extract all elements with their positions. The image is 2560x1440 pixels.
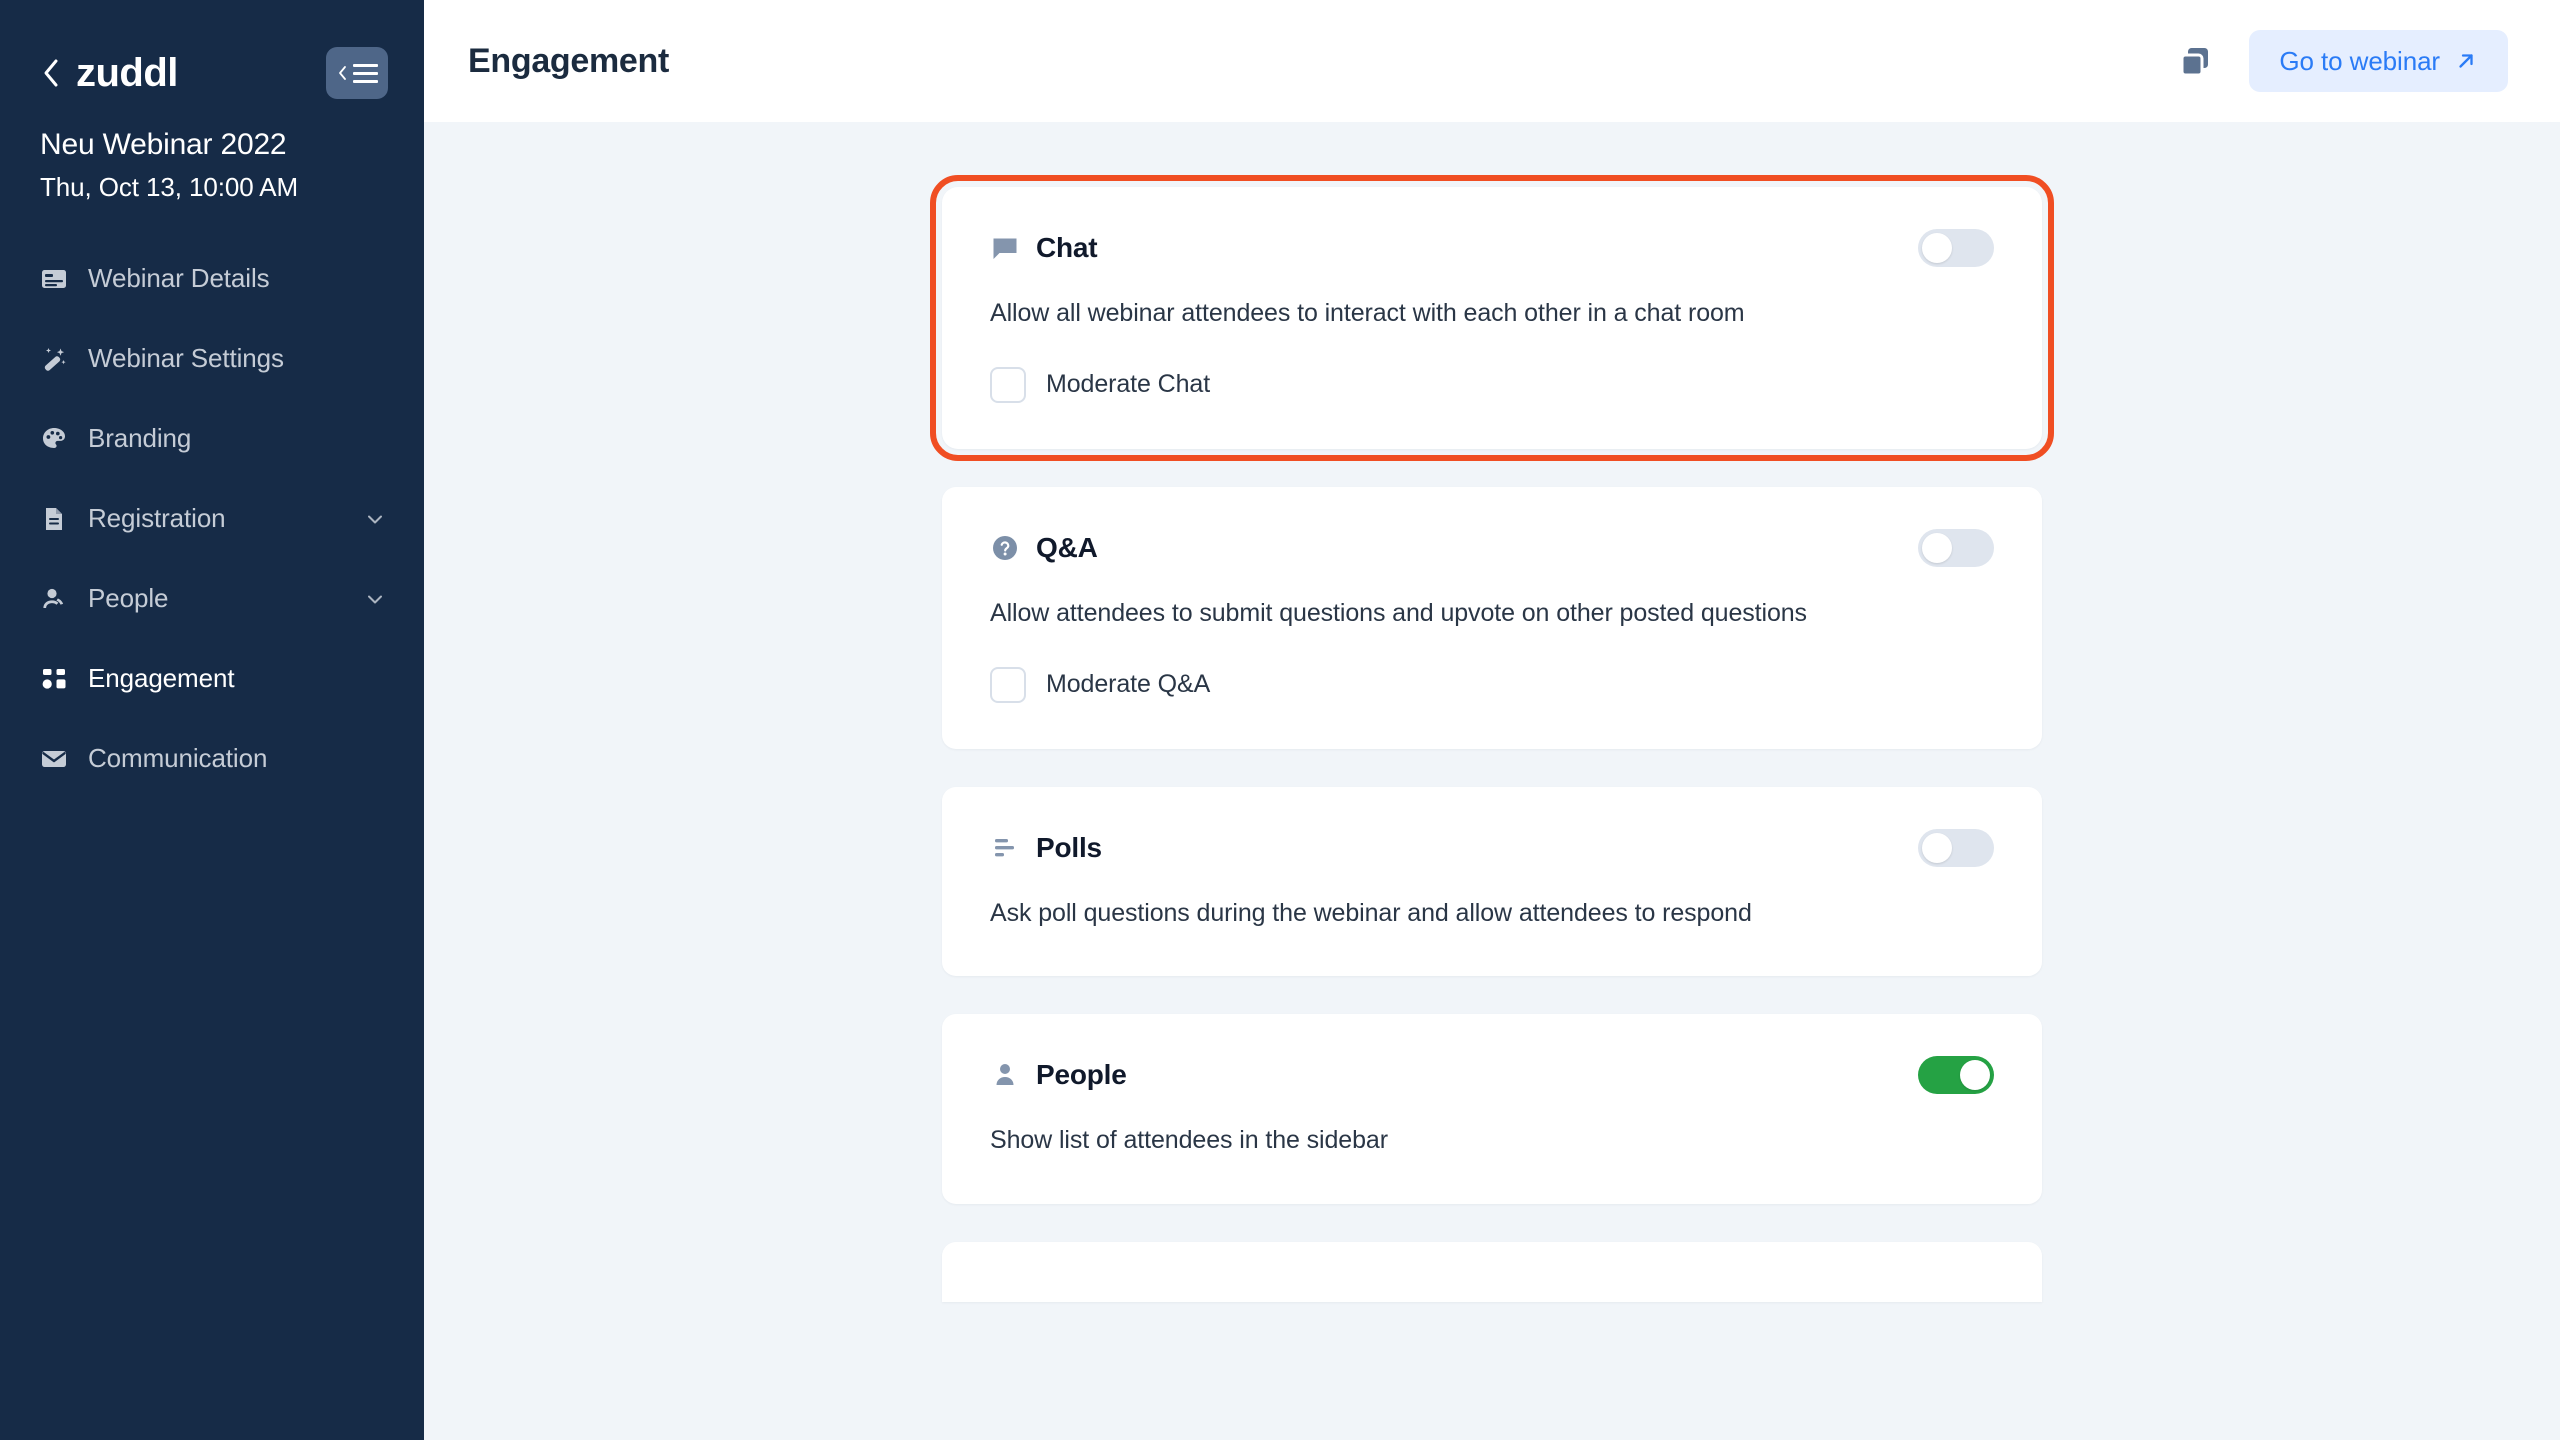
card-title: Polls — [1036, 831, 1102, 863]
content-scroll-area[interactable]: Chat Allow all webinar attendees to inte… — [424, 122, 2560, 1440]
sidebar-item-label: Communication — [88, 743, 268, 773]
grid-squares-icon — [40, 665, 68, 693]
toggle-knob — [1960, 1060, 1990, 1091]
moderate-qa-label: Moderate Q&A — [1046, 670, 1211, 698]
person-icon — [40, 585, 68, 613]
go-to-webinar-button[interactable]: Go to webinar — [2249, 30, 2508, 92]
chat-toggle[interactable] — [1918, 229, 1994, 267]
sidebar-item-branding[interactable]: Branding — [0, 399, 424, 479]
card-description: Allow all webinar attendees to interact … — [990, 299, 1745, 327]
chevron-left-small-icon — [337, 65, 348, 81]
top-bar: Engagement Go to webinar — [424, 0, 2560, 122]
engagement-card-polls: Polls Ask poll questions during the webi… — [942, 786, 2042, 977]
toggle-knob — [1922, 532, 1952, 563]
person-icon — [990, 1060, 1020, 1090]
card-title: Q&A — [1036, 531, 1098, 563]
webinar-meta: Neu Webinar 2022 Thu, Oct 13, 10:00 AM — [0, 104, 424, 203]
chevron-down-icon[interactable] — [364, 508, 386, 530]
document-icon — [40, 505, 68, 533]
card-header: People — [990, 1056, 1994, 1095]
chat-bubble-icon — [990, 233, 1020, 263]
app-root: zuddl Neu Webinar 2022 Thu, Oct 13, 10:0… — [0, 0, 2560, 1440]
moderate-qa-row: Moderate Q&A — [990, 666, 1994, 703]
engagement-card-people: People Show list of attendees in the sid… — [942, 1014, 2042, 1204]
go-to-webinar-label: Go to webinar — [2279, 45, 2440, 76]
sidebar-item-label: Webinar Settings — [88, 343, 284, 373]
sidebar-item-label: Engagement — [88, 663, 235, 693]
card-description: Allow attendees to submit questions and … — [990, 598, 1807, 627]
collapse-sidebar-button[interactable] — [326, 47, 388, 99]
engagement-card-next-partial — [942, 1242, 2042, 1302]
engagement-card-qa: Q&A Allow attendees to submit questions … — [942, 486, 2042, 749]
poll-bars-icon — [990, 833, 1020, 863]
page-title: Engagement — [468, 41, 670, 80]
engagement-cards-list: Chat Allow all webinar attendees to inte… — [930, 175, 2054, 1302]
sidebar-item-label: Registration — [88, 503, 226, 533]
hamburger-icon — [352, 63, 378, 83]
polls-toggle[interactable] — [1918, 828, 1994, 867]
moderate-qa-checkbox[interactable] — [990, 666, 1026, 703]
sidebar-item-label: People — [88, 583, 169, 613]
chevron-down-icon[interactable] — [364, 588, 386, 610]
card-details-icon — [40, 265, 68, 293]
brand-home-link[interactable]: zuddl — [40, 53, 326, 93]
magic-wand-icon — [40, 345, 68, 373]
card-title: People — [1036, 1059, 1127, 1091]
sidebar-item-communication[interactable]: Communication — [0, 719, 424, 799]
sidebar-item-people[interactable]: People — [0, 559, 424, 639]
moderate-chat-checkbox[interactable] — [990, 366, 1026, 403]
sidebar: zuddl Neu Webinar 2022 Thu, Oct 13, 10:0… — [0, 0, 424, 1440]
top-bar-actions: Go to webinar — [2173, 30, 2508, 92]
question-circle-icon — [990, 533, 1020, 563]
sidebar-nav: Webinar Details Webinar Settings Brandin… — [0, 239, 424, 799]
sidebar-item-webinar-details[interactable]: Webinar Details — [0, 239, 424, 319]
sidebar-item-registration[interactable]: Registration — [0, 479, 424, 559]
envelope-icon — [40, 745, 68, 773]
sidebar-item-webinar-settings[interactable]: Webinar Settings — [0, 319, 424, 399]
chevron-left-icon[interactable] — [40, 57, 62, 89]
moderate-chat-label: Moderate Chat — [1046, 370, 1211, 399]
webinar-name: Neu Webinar 2022 — [40, 128, 287, 161]
webinar-date: Thu, Oct 13, 10:00 AM — [40, 171, 299, 202]
brand-logo-text: zuddl — [76, 51, 178, 95]
sidebar-item-engagement[interactable]: Engagement — [0, 639, 424, 719]
arrow-up-right-icon — [2454, 49, 2478, 73]
copy-duplicate-icon[interactable] — [2173, 38, 2219, 84]
sidebar-item-label: Branding — [88, 423, 192, 453]
qa-toggle[interactable] — [1918, 528, 1994, 567]
card-description: Ask poll questions during the webinar an… — [990, 898, 1752, 927]
moderate-chat-row: Moderate Chat — [990, 366, 1994, 403]
card-header: Q&A — [990, 528, 1994, 567]
sidebar-item-label: Webinar Details — [88, 263, 270, 293]
engagement-card-chat: Chat Allow all webinar attendees to inte… — [930, 175, 2054, 461]
palette-icon — [40, 425, 68, 453]
card-title: Chat — [1036, 232, 1098, 263]
card-description: Show list of attendees in the sidebar — [990, 1126, 1388, 1155]
card-header: Polls — [990, 828, 1994, 867]
sidebar-header: zuddl — [0, 0, 424, 104]
card-header: Chat — [990, 229, 1994, 267]
toggle-knob — [1922, 832, 1952, 863]
main-area: Engagement Go to webinar Chat Allow all … — [424, 0, 2560, 1440]
people-toggle[interactable] — [1918, 1056, 1994, 1095]
toggle-knob — [1922, 233, 1952, 263]
